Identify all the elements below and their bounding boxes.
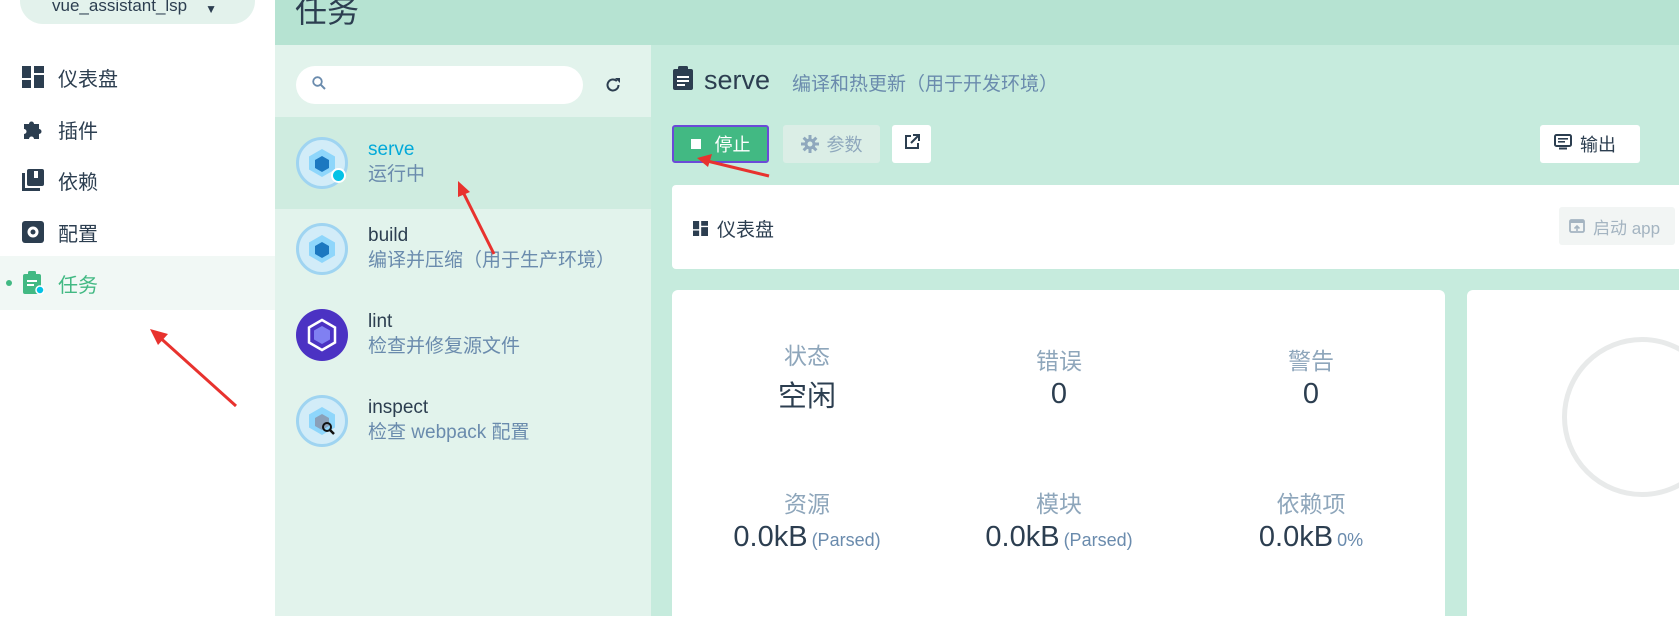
stop-icon bbox=[690, 139, 701, 149]
caret-down-icon: ▼ bbox=[205, 2, 218, 16]
output-button-label: 输出 bbox=[1580, 135, 1616, 155]
webpack-icon bbox=[296, 223, 348, 275]
stat-dependencies: 依赖项 0.0kB 0% bbox=[1181, 485, 1441, 554]
stat-status: 状态 空闲 bbox=[677, 337, 937, 415]
stat-value: 空闲 bbox=[777, 381, 836, 413]
terminal-icon bbox=[1554, 133, 1572, 155]
params-button-label: 参数 bbox=[826, 135, 863, 155]
running-status-dot bbox=[331, 168, 346, 183]
dashboard-tab[interactable]: 仪表盘 bbox=[693, 215, 774, 242]
left-navigation: vue_assistant_lsp ▼ 仪表盘 插件 依赖 配置 任务 bbox=[0, 0, 275, 616]
dashboard-icon bbox=[693, 221, 708, 236]
stop-button[interactable]: 停止 bbox=[672, 125, 769, 163]
active-indicator bbox=[6, 280, 12, 286]
speed-stats-card bbox=[1467, 290, 1679, 630]
task-description: 编译并压缩（用于生产环境） bbox=[368, 250, 616, 271]
nav-item-label: 配置 bbox=[58, 223, 98, 246]
task-detail-header: serve 编译和热更新（用于开发环境） bbox=[672, 65, 1058, 96]
nav-item-label: 依赖 bbox=[58, 171, 98, 194]
nav-item-plugins[interactable]: 插件 bbox=[0, 102, 275, 156]
task-name: lint bbox=[368, 311, 393, 332]
nav-item-tasks[interactable]: 任务 bbox=[0, 256, 275, 310]
stat-value: 0.0kB bbox=[733, 521, 808, 553]
stat-note: 0% bbox=[1337, 530, 1364, 550]
stat-value: 0 bbox=[1302, 378, 1320, 410]
stat-label: 依赖项 bbox=[1276, 491, 1346, 517]
stat-modules: 模块 0.0kB (Parsed) bbox=[929, 485, 1189, 554]
stat-note: (Parsed) bbox=[1063, 530, 1133, 550]
refresh-icon[interactable] bbox=[601, 73, 625, 97]
nav-item-dashboard[interactable]: 仪表盘 bbox=[0, 50, 275, 104]
start-app-label: 启动 app bbox=[1593, 218, 1661, 238]
gear-icon bbox=[800, 135, 819, 153]
stat-label: 模块 bbox=[1036, 491, 1082, 517]
task-item-serve[interactable]: serve 运行中 bbox=[275, 117, 651, 209]
search-box[interactable] bbox=[296, 66, 583, 104]
params-button[interactable]: 参数 bbox=[783, 125, 880, 163]
open-external-button[interactable] bbox=[892, 125, 931, 163]
puzzle-icon bbox=[20, 116, 46, 142]
nav-item-label: 任务 bbox=[58, 274, 98, 297]
stat-label: 资源 bbox=[784, 491, 830, 517]
stats-card: 状态 空闲 错误 0 警告 0 资源 0.0kB (Parsed) 模块 0.0k… bbox=[672, 290, 1445, 630]
search-input[interactable] bbox=[336, 75, 570, 95]
output-button[interactable]: 输出 bbox=[1540, 125, 1640, 163]
library-icon bbox=[20, 167, 46, 193]
webpack-icon bbox=[296, 137, 348, 189]
stat-label: 状态 bbox=[784, 343, 830, 369]
stat-warnings: 警告 0 bbox=[1181, 342, 1441, 411]
dashboard-icon bbox=[20, 64, 46, 90]
stat-label: 警告 bbox=[1288, 348, 1334, 374]
stop-button-label: 停止 bbox=[714, 135, 751, 155]
nav-item-dependencies[interactable]: 依赖 bbox=[0, 153, 275, 207]
task-name: build bbox=[368, 225, 409, 246]
project-name: vue_assistant_lsp bbox=[52, 0, 188, 15]
stat-errors: 错误 0 bbox=[929, 342, 1189, 411]
nav-item-label: 仪表盘 bbox=[58, 68, 118, 91]
task-description: 检查并修复源文件 bbox=[368, 336, 521, 357]
webpack-inspect-icon bbox=[296, 395, 348, 447]
stat-note: (Parsed) bbox=[811, 530, 881, 550]
task-item-lint[interactable]: lint 检查并修复源文件 bbox=[275, 289, 651, 381]
start-app-button[interactable]: 启动 app bbox=[1559, 207, 1675, 245]
nav-item-label: 插件 bbox=[58, 120, 98, 143]
progress-ring bbox=[1562, 337, 1679, 497]
settings-icon bbox=[20, 219, 46, 245]
task-item-inspect[interactable]: inspect 检查 webpack 配置 bbox=[275, 375, 651, 467]
dashboard-tab-label: 仪表盘 bbox=[717, 220, 775, 241]
stat-label: 错误 bbox=[1036, 348, 1082, 374]
stat-value: 0 bbox=[1050, 378, 1068, 410]
nav-item-configuration[interactable]: 配置 bbox=[0, 205, 275, 259]
task-detail-name: serve bbox=[704, 65, 771, 95]
dashboard-tab-bar: 仪表盘 启动 app bbox=[672, 185, 1679, 269]
assignment-icon bbox=[20, 270, 46, 296]
task-detail-panel: serve 编译和热更新（用于开发环境） 停止 参数 输出 仪表盘 启动 app bbox=[651, 45, 1679, 630]
task-description: 运行中 bbox=[368, 164, 426, 185]
stat-value: 0.0kB bbox=[1258, 521, 1334, 553]
clipboard-icon bbox=[672, 65, 694, 96]
page-header: 任务 bbox=[275, 0, 1679, 45]
stat-assets: 资源 0.0kB (Parsed) bbox=[677, 485, 937, 554]
search-icon bbox=[312, 75, 326, 95]
eslint-icon bbox=[296, 309, 348, 361]
page-title: 任务 bbox=[295, 0, 360, 29]
open-in-browser-icon bbox=[1569, 219, 1585, 233]
open-in-new-icon bbox=[904, 133, 920, 155]
task-detail-description: 编译和热更新（用于开发环境） bbox=[792, 74, 1059, 95]
task-name: inspect bbox=[368, 397, 429, 418]
project-switcher[interactable]: vue_assistant_lsp ▼ bbox=[20, 0, 255, 24]
task-item-build[interactable]: build 编译并压缩（用于生产环境） bbox=[275, 203, 651, 295]
task-description: 检查 webpack 配置 bbox=[368, 422, 530, 443]
task-list-panel: serve 运行中 build 编译并压缩（用于生产环境） lint 检查并修复… bbox=[275, 45, 651, 616]
task-name: serve bbox=[368, 139, 415, 160]
stat-value: 0.0kB bbox=[985, 521, 1060, 553]
